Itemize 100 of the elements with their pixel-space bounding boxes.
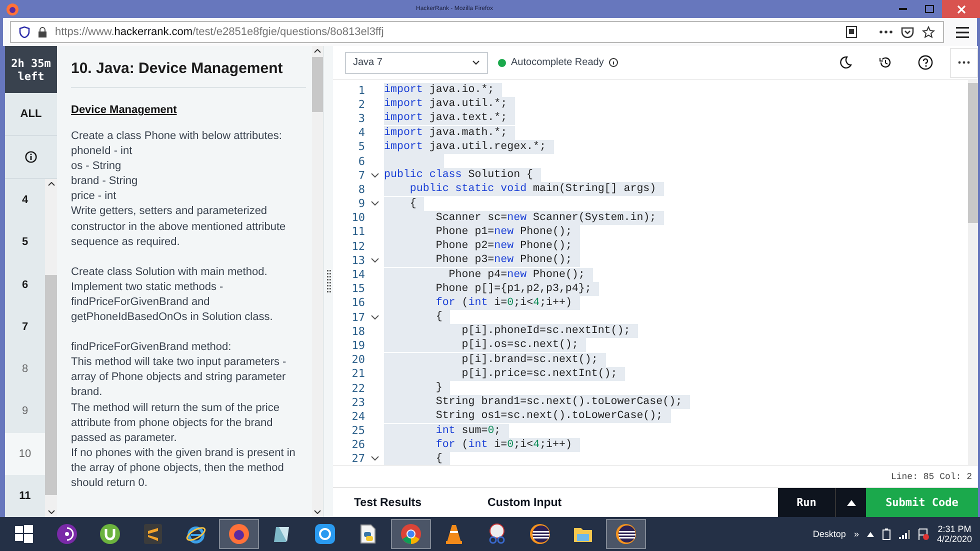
line-number: 18 (350, 324, 365, 338)
description-text: If no phones with the given brand is present in (71, 446, 296, 461)
clock[interactable]: 2:31 PM 4/2/2020 (936, 524, 972, 544)
fold-chevron-icon[interactable] (370, 314, 378, 320)
moon-icon (838, 56, 852, 69)
description-text: brand. (71, 385, 104, 400)
line-number: 10 (350, 211, 365, 224)
line-number: 16 (350, 296, 365, 310)
scrollbar-thumb[interactable] (45, 275, 57, 495)
scroll-down-icon[interactable] (48, 510, 54, 514)
torrent-icon (99, 523, 121, 545)
battery-icon[interactable] (882, 528, 891, 540)
description-text: Create class Solution with main method. (71, 264, 268, 280)
star-icon[interactable] (922, 26, 935, 38)
line-number: 13 (350, 254, 365, 267)
close-icon (956, 4, 966, 14)
bottom-tab[interactable]: Test Results (333, 488, 443, 517)
shield-icon (19, 26, 30, 38)
help-icon (918, 55, 932, 70)
scroll-down-icon[interactable] (314, 510, 321, 514)
line-number: 14 (350, 268, 365, 282)
drag-handle-icon[interactable] (326, 270, 330, 294)
chevron-down-icon (472, 60, 480, 65)
section-heading: Device Management (71, 104, 178, 116)
language-select[interactable]: Java 7 (345, 52, 488, 74)
cursor-position: Line: 85 Col: 2 (890, 472, 972, 482)
question-title: 10. Java: Device Management (71, 59, 306, 88)
scroll-up-icon[interactable] (48, 182, 54, 186)
description-text: Create a class Phone with below attributes: (71, 129, 283, 144)
line-number: 27 (350, 452, 365, 465)
fold-chevron-icon[interactable] (370, 172, 378, 178)
description-text: getPhoneIdBasedOnOs in Solution class. (71, 310, 274, 326)
line-number: 19 (350, 338, 365, 352)
minimize-icon (899, 8, 907, 10)
line-number: 11 (350, 225, 365, 238)
flag-icon[interactable] (918, 528, 929, 540)
scrollbar[interactable] (312, 46, 323, 517)
info-icon[interactable] (25, 151, 37, 163)
fold-chevron-icon[interactable] (370, 456, 378, 462)
scrollbar[interactable] (968, 80, 978, 465)
lock-icon (38, 26, 47, 38)
description-text: Implement two static methods - (71, 280, 224, 295)
description-text: constructor in the above mentioned attribute (71, 220, 287, 235)
line-number: 6 (357, 154, 365, 168)
description-text: findPriceForGivenBrand and (71, 294, 211, 310)
line-number: 9 (357, 197, 365, 210)
scrollbar-thumb[interactable] (312, 57, 323, 112)
url-text: https://www.hackerrank.com/test/e2851e8fgie/questions/8o813el3ffj (55, 26, 384, 38)
caret-up-icon[interactable] (866, 532, 874, 536)
line-number: 15 (350, 282, 365, 296)
taskbar-app[interactable] (606, 519, 646, 549)
line-number: 21 (350, 367, 365, 380)
description-text: findPriceForGivenBrand method: (71, 340, 232, 356)
line-number: 12 (350, 240, 365, 253)
scrollbar-thumb[interactable] (968, 83, 978, 223)
description-text: should return 0. (71, 476, 148, 491)
history-icon (878, 56, 892, 69)
line-number: 23 (350, 396, 365, 409)
chrome-icon (400, 523, 422, 545)
expand-button[interactable] (835, 488, 866, 517)
description-text: brand - String (71, 174, 139, 190)
firefox-icon (228, 523, 250, 545)
eclipse-icon (615, 523, 637, 545)
close-button[interactable] (942, 0, 980, 18)
description-text: array of Phone objects and string parameter (71, 370, 287, 386)
line-number: 22 (350, 382, 365, 395)
info-icon[interactable] (608, 58, 618, 67)
description-text: the array of phone objects, then the method (71, 460, 285, 476)
scrollbar[interactable] (45, 179, 57, 517)
pocket-icon[interactable] (901, 26, 914, 38)
eclipse-icon (529, 523, 551, 545)
caret-up-icon (846, 500, 856, 506)
menu-icon[interactable] (956, 26, 969, 38)
line-number: 5 (357, 140, 365, 154)
fold-chevron-icon[interactable] (370, 201, 378, 206)
line-number: 26 (350, 438, 365, 452)
more-icon[interactable] (879, 30, 893, 34)
signal-icon[interactable] (898, 530, 910, 538)
toolbar-chevron[interactable]: » (854, 529, 859, 539)
text-editor-icon (142, 523, 164, 545)
fold-chevron-icon[interactable] (370, 258, 378, 263)
scroll-up-icon[interactable] (314, 49, 321, 53)
line-number: 8 (357, 182, 365, 196)
desktop-toolbar[interactable]: Desktop (812, 529, 846, 539)
description-text: phoneId - int (71, 144, 134, 160)
windows-icon (13, 523, 35, 545)
maximize-icon (924, 5, 934, 13)
bottom-tab[interactable]: Custom Input (466, 488, 583, 517)
description-text: The method will return the sum of the price (71, 400, 280, 416)
question-number[interactable]: 10 (5, 432, 45, 475)
line-number: 3 (357, 112, 365, 125)
run-button[interactable]: Run (778, 488, 835, 517)
more-icon (958, 61, 970, 64)
line-number: 17 (350, 310, 365, 324)
timer: 2h 35m left (5, 46, 57, 93)
onion-icon (56, 523, 78, 545)
url-field[interactable]: https://www.hackerrank.com/test/e2851e8fgie/questions/8o813el3ffj (10, 21, 944, 43)
reader-view-icon[interactable] (846, 26, 857, 38)
description-text: os - String (71, 159, 122, 174)
line-number: 24 (350, 410, 365, 423)
